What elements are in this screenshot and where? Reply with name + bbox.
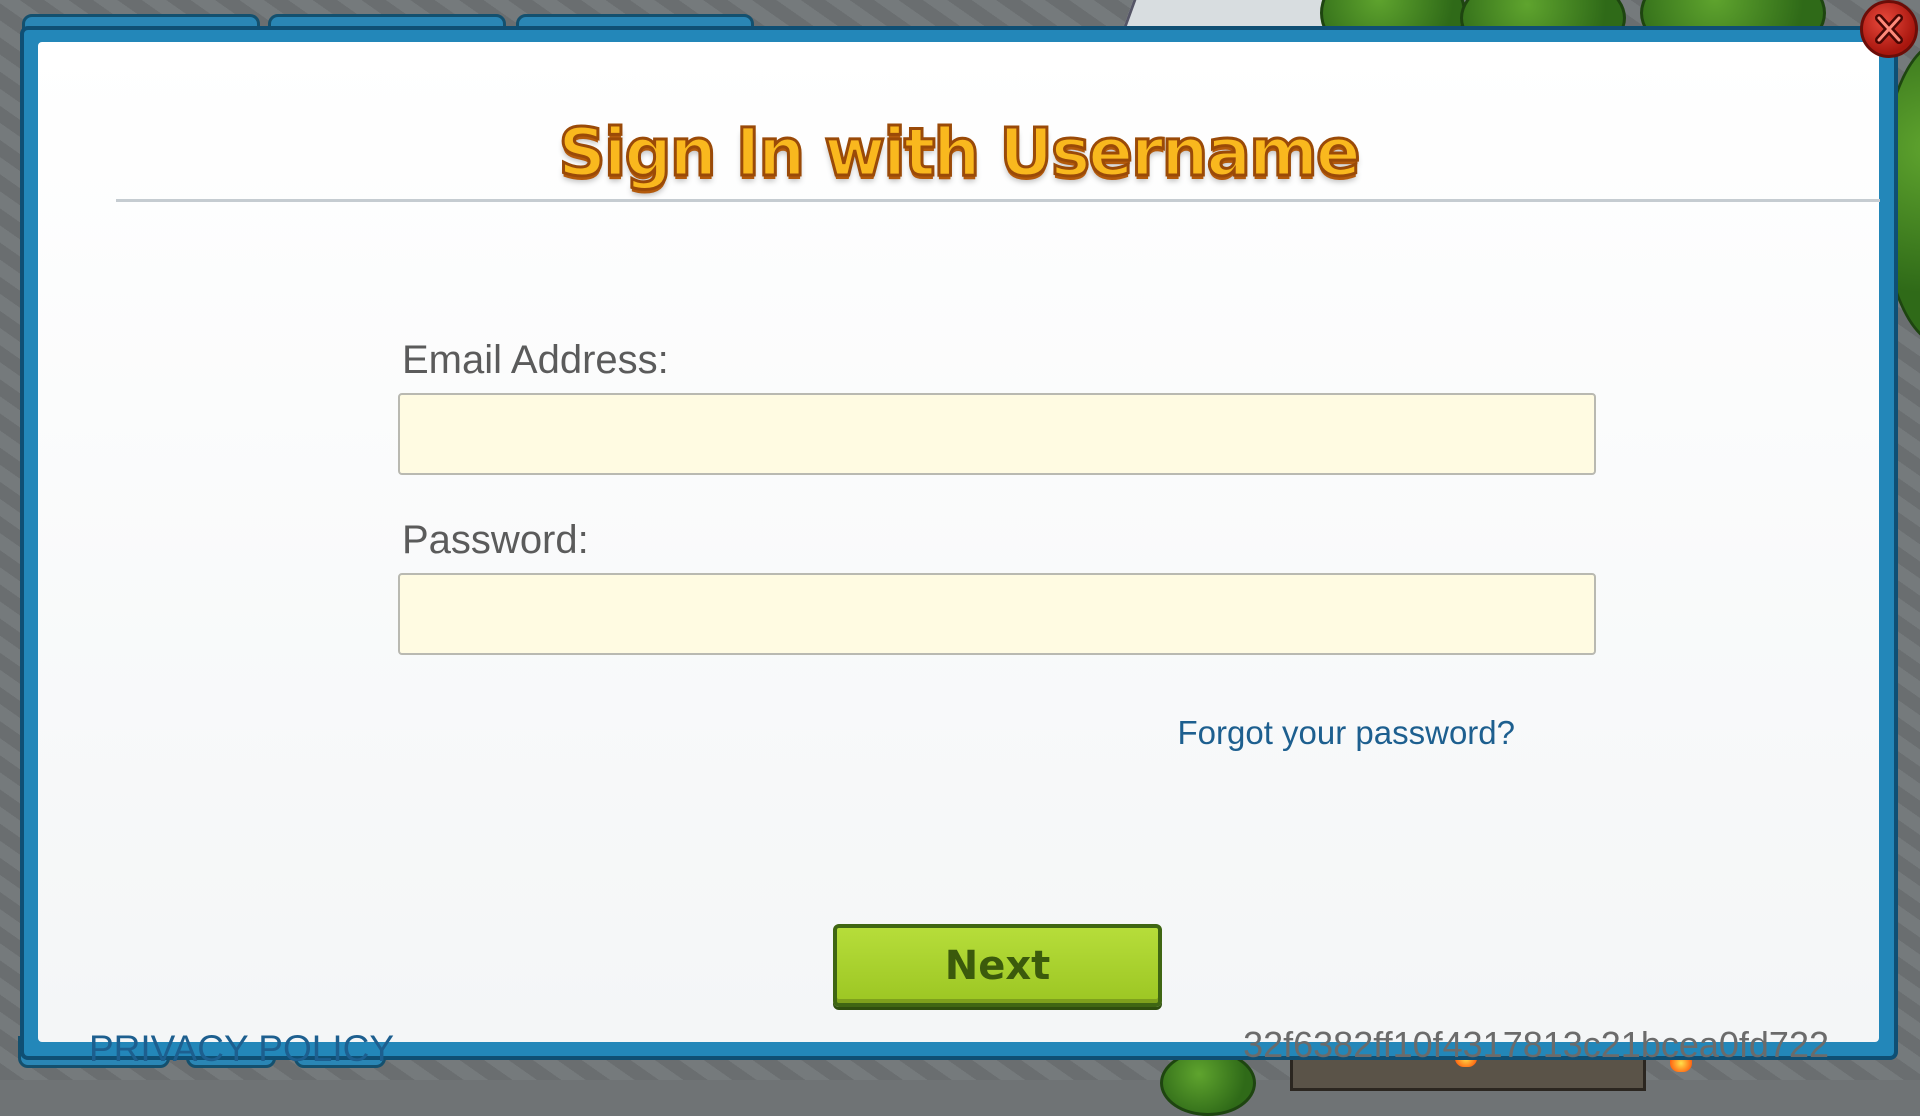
email-field[interactable] <box>398 393 1596 475</box>
close-button[interactable] <box>1860 0 1918 58</box>
privacy-policy-link[interactable]: PRIVACY POLICY <box>89 1028 394 1070</box>
next-button[interactable]: Next <box>833 924 1162 1007</box>
title-divider <box>116 199 1880 202</box>
next-button-label: Next <box>944 942 1051 989</box>
session-id: 32f6382ff10f4317813c21bcea0fd722 <box>1243 1024 1829 1065</box>
close-icon <box>1875 14 1903 44</box>
password-field[interactable] <box>398 573 1596 655</box>
signin-dialog: Sign In with Username Email Address: Pas… <box>38 42 1880 1069</box>
dialog-title: Sign In with Username <box>557 113 1362 193</box>
forgot-password-link[interactable]: Forgot your password? <box>1178 714 1516 752</box>
email-label: Email Address: <box>402 338 669 382</box>
password-label: Password: <box>402 518 589 562</box>
